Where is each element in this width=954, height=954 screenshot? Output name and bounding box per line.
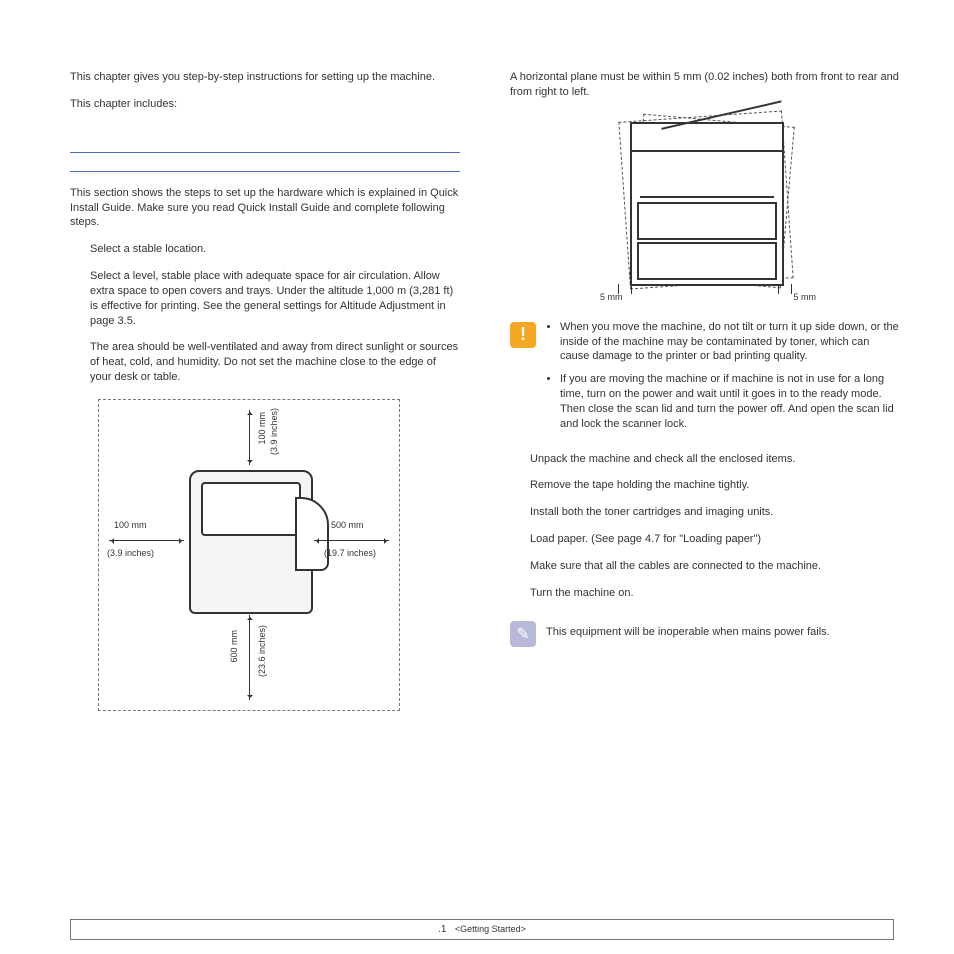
intro-text-2: This chapter includes: (70, 97, 460, 112)
step-load-paper: Load paper. (See page 4.7 for "Loading p… (530, 532, 900, 547)
dim-right-mm: 500 mm (331, 520, 364, 530)
dim-arrow-top (249, 410, 250, 465)
note-text: This equipment will be inoperable when m… (546, 625, 830, 640)
dim-bottom-in: (23.6 inches) (257, 625, 267, 677)
note-callout: ✎ This equipment will be inoperable when… (510, 621, 900, 647)
left-column: This chapter gives you step-by-step inst… (70, 70, 460, 711)
step-install-toner: Install both the toner cartridges and im… (530, 505, 900, 520)
dim-arrow-right (314, 540, 389, 541)
tilt-figure: 5 mm 5 mm (600, 112, 810, 302)
intro-text-1: This chapter gives you step-by-step inst… (70, 70, 460, 85)
dim-arrow-bottom (249, 615, 250, 700)
mm-right-label: 5 mm (794, 292, 817, 302)
dim-arrow-left (109, 540, 184, 541)
step-title: Select a stable location. (90, 242, 460, 257)
dim-top-in: (3.9 inches) (269, 408, 279, 455)
section-lead: This section shows the steps to set up t… (70, 186, 460, 231)
step-remove-tape: Remove the tape holding the machine tigh… (530, 478, 900, 493)
note-icon: ✎ (510, 621, 536, 647)
step-unpack: Unpack the machine and check all the enc… (530, 452, 900, 467)
clearance-figure: 100 mm (3.9 inches) 100 mm (3.9 inches) … (98, 399, 400, 711)
caution-item-1: When you move the machine, do not tilt o… (560, 320, 900, 365)
warning-icon: ! (510, 322, 536, 348)
page-content: This chapter gives you step-by-step inst… (0, 0, 954, 711)
dim-top-mm: 100 mm (257, 412, 267, 445)
caution-callout: ! When you move the machine, do not tilt… (510, 320, 900, 440)
right-column: A horizontal plane must be within 5 mm (… (510, 70, 900, 711)
dim-bottom-mm: 600 mm (229, 630, 239, 663)
mm-marker-right (778, 284, 792, 294)
mm-left-label: 5 mm (600, 292, 623, 302)
printer-side-view-icon (630, 122, 784, 286)
level-text: A horizontal plane must be within 5 mm (… (510, 70, 900, 100)
step-para-1: Select a level, stable place with adequa… (90, 269, 460, 328)
dim-right-in: (19.7 inches) (324, 548, 376, 558)
caution-item-2: If you are moving the machine or if mach… (560, 372, 900, 431)
chapter-name: <Getting Started> (455, 924, 526, 934)
setup-steps: Unpack the machine and check all the enc… (510, 452, 900, 601)
section-divider (70, 152, 460, 172)
caution-list: When you move the machine, do not tilt o… (546, 320, 900, 440)
step-power-on: Turn the machine on. (530, 586, 900, 601)
dim-left-in: (3.9 inches) (107, 548, 154, 558)
step-cables: Make sure that all the cables are connec… (530, 559, 900, 574)
step-para-2: The area should be well-ventilated and a… (90, 340, 460, 385)
dim-left-mm: 100 mm (114, 520, 147, 530)
printer-top-view-icon (189, 470, 313, 614)
page-number: .1 (438, 924, 446, 935)
page-footer: .1 <Getting Started> (70, 919, 894, 940)
